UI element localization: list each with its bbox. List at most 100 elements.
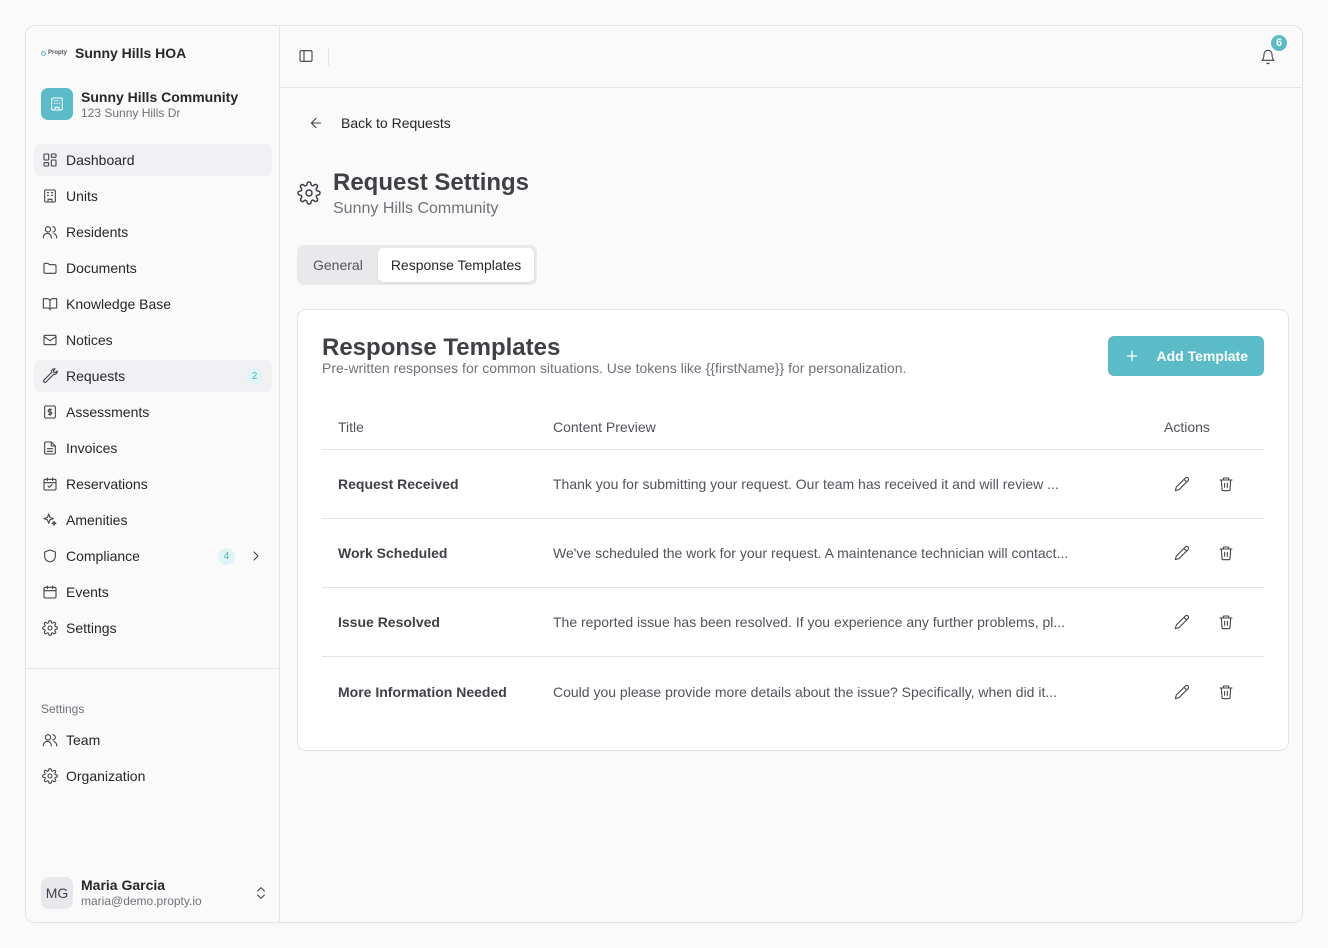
template-title: Request Received	[338, 476, 459, 492]
response-templates-card: Response Templates Pre-written responses…	[297, 309, 1289, 751]
template-content-preview: The reported issue has been resolved. If…	[553, 614, 1066, 630]
table-row: Work Scheduled We've scheduled the work …	[322, 519, 1264, 588]
brand-logo: Propty	[41, 50, 67, 56]
sidebar-item-label: Compliance	[66, 548, 140, 564]
pencil-icon[interactable]	[1174, 684, 1190, 700]
pencil-icon[interactable]	[1174, 545, 1190, 561]
sidebar-item-invoices[interactable]: Invoices	[34, 432, 272, 464]
users-icon	[42, 226, 58, 239]
templates-table: Title Content Preview Actions Request Re…	[322, 404, 1264, 726]
sidebar-item-label: Amenities	[66, 512, 128, 528]
sidebar-nav: Dashboard Units Residents Documents Know…	[34, 144, 272, 648]
sidebar-item-events[interactable]: Events	[34, 576, 272, 608]
back-to-requests-link[interactable]: Back to Requests	[308, 114, 451, 132]
column-header-actions: Actions	[1164, 418, 1210, 435]
column-header-title: Title	[338, 418, 364, 435]
sidebar-item-label: Notices	[66, 332, 113, 348]
sidebar-item-label: Documents	[66, 260, 137, 276]
sidebar-item-label: Reservations	[66, 476, 148, 492]
trash-icon[interactable]	[1218, 545, 1234, 561]
sidebar-item-label: Team	[66, 732, 101, 748]
sidebar: Propty Sunny Hills HOA Sunny Hills Commu…	[26, 26, 280, 922]
sidebar-item-documents[interactable]: Documents	[34, 252, 272, 284]
file-icon	[44, 441, 56, 455]
community-switcher[interactable]: Sunny Hills Community 123 Sunny Hills Dr	[41, 88, 238, 120]
tab-general[interactable]: General	[300, 248, 376, 282]
table-row: More Information Needed Could you please…	[322, 657, 1264, 726]
sidebar-divider	[26, 668, 280, 669]
table-header: Title Content Preview Actions	[322, 404, 1264, 450]
sidebar-item-organization[interactable]: Organization	[34, 760, 272, 792]
card-title: Response Templates	[322, 334, 561, 361]
sidebar-toggle-button[interactable]	[298, 48, 314, 64]
template-content-preview: Thank you for submitting your request. O…	[553, 476, 1059, 492]
sparkles-icon	[43, 513, 57, 526]
org-name: Sunny Hills HOA	[75, 45, 187, 61]
sidebar-item-label: Residents	[66, 224, 129, 240]
sidebar-item-label: Units	[66, 188, 98, 204]
sidebar-item-team[interactable]: Team	[34, 724, 272, 756]
user-email: maria@demo.propty.io	[81, 894, 202, 908]
users-icon	[42, 734, 58, 747]
topbar: 6	[280, 26, 1302, 88]
sidebar-item-label: Knowledge Base	[66, 296, 172, 312]
book-icon	[42, 298, 58, 311]
folder-icon	[43, 262, 57, 274]
panel-left-icon	[299, 50, 313, 62]
trash-icon[interactable]	[1218, 684, 1234, 700]
sidebar-item-compliance[interactable]: Compliance 4	[34, 540, 272, 572]
gear-icon	[297, 181, 321, 205]
community-address: 123 Sunny Hills Dr	[81, 106, 181, 120]
template-title: Issue Resolved	[338, 614, 440, 630]
pencil-icon[interactable]	[1174, 476, 1190, 492]
sidebar-item-label: Assessments	[66, 404, 150, 420]
topbar-separator	[328, 48, 329, 66]
sidebar-item-assessments[interactable]: Assessments	[34, 396, 272, 428]
template-content-preview: Could you please provide more details ab…	[553, 683, 1058, 700]
pencil-icon[interactable]	[1174, 614, 1190, 630]
tab-response-templates[interactable]: Response Templates	[377, 248, 535, 282]
page-header: Request Settings Sunny Hills Community	[297, 168, 529, 220]
settings-tabs: General Response Templates	[297, 245, 538, 285]
row-actions	[1164, 476, 1264, 492]
sidebar-item-units[interactable]: Units	[34, 180, 272, 212]
add-template-label: Add Template	[1156, 348, 1248, 364]
chevron-right-icon[interactable]	[248, 548, 264, 564]
user-menu[interactable]: MG Maria Garcia maria@demo.propty.io	[41, 876, 269, 910]
gear-icon	[42, 768, 58, 784]
sidebar-item-requests[interactable]: Requests 2	[34, 360, 272, 392]
sidebar-item-label: Dashboard	[66, 152, 135, 168]
sidebar-item-dashboard[interactable]: Dashboard	[34, 144, 272, 176]
row-actions	[1164, 545, 1264, 561]
page-subtitle: Sunny Hills Community	[333, 200, 499, 217]
sidebar-item-settings[interactable]: Settings	[34, 612, 272, 644]
sidebar-item-knowledge-base[interactable]: Knowledge Base	[34, 288, 272, 320]
requests-count-badge: 2	[246, 368, 263, 385]
plus-icon	[1127, 350, 1138, 362]
sidebar-item-notices[interactable]: Notices	[34, 324, 272, 356]
compliance-count-badge: 4	[218, 548, 235, 565]
sidebar-item-reservations[interactable]: Reservations	[34, 468, 272, 500]
back-label: Back to Requests	[341, 115, 451, 131]
gear-icon	[42, 620, 58, 636]
shield-icon	[44, 549, 56, 563]
arrow-left-icon	[310, 117, 322, 129]
sidebar-item-amenities[interactable]: Amenities	[34, 504, 272, 536]
trash-icon[interactable]	[1218, 614, 1234, 630]
add-template-button[interactable]: Add Template	[1108, 336, 1264, 376]
chevrons-up-down-icon[interactable]	[253, 885, 269, 901]
settings-group-label: Settings	[41, 702, 85, 716]
card-description: Pre-written responses for common situati…	[322, 360, 907, 376]
community-name: Sunny Hills Community	[81, 89, 239, 105]
sidebar-item-residents[interactable]: Residents	[34, 216, 272, 248]
settings-nav: Team Organization	[34, 724, 272, 796]
template-content-preview: We've scheduled the work for your reques…	[553, 545, 1069, 561]
trash-icon[interactable]	[1218, 476, 1234, 492]
sidebar-item-label: Settings	[66, 620, 117, 636]
mail-icon	[43, 334, 57, 346]
sidebar-item-label: Invoices	[66, 440, 118, 456]
row-actions	[1164, 684, 1264, 700]
brand[interactable]: Propty Sunny Hills HOA	[41, 44, 186, 62]
calendar-icon	[43, 585, 57, 599]
dashboard-icon	[43, 153, 57, 167]
